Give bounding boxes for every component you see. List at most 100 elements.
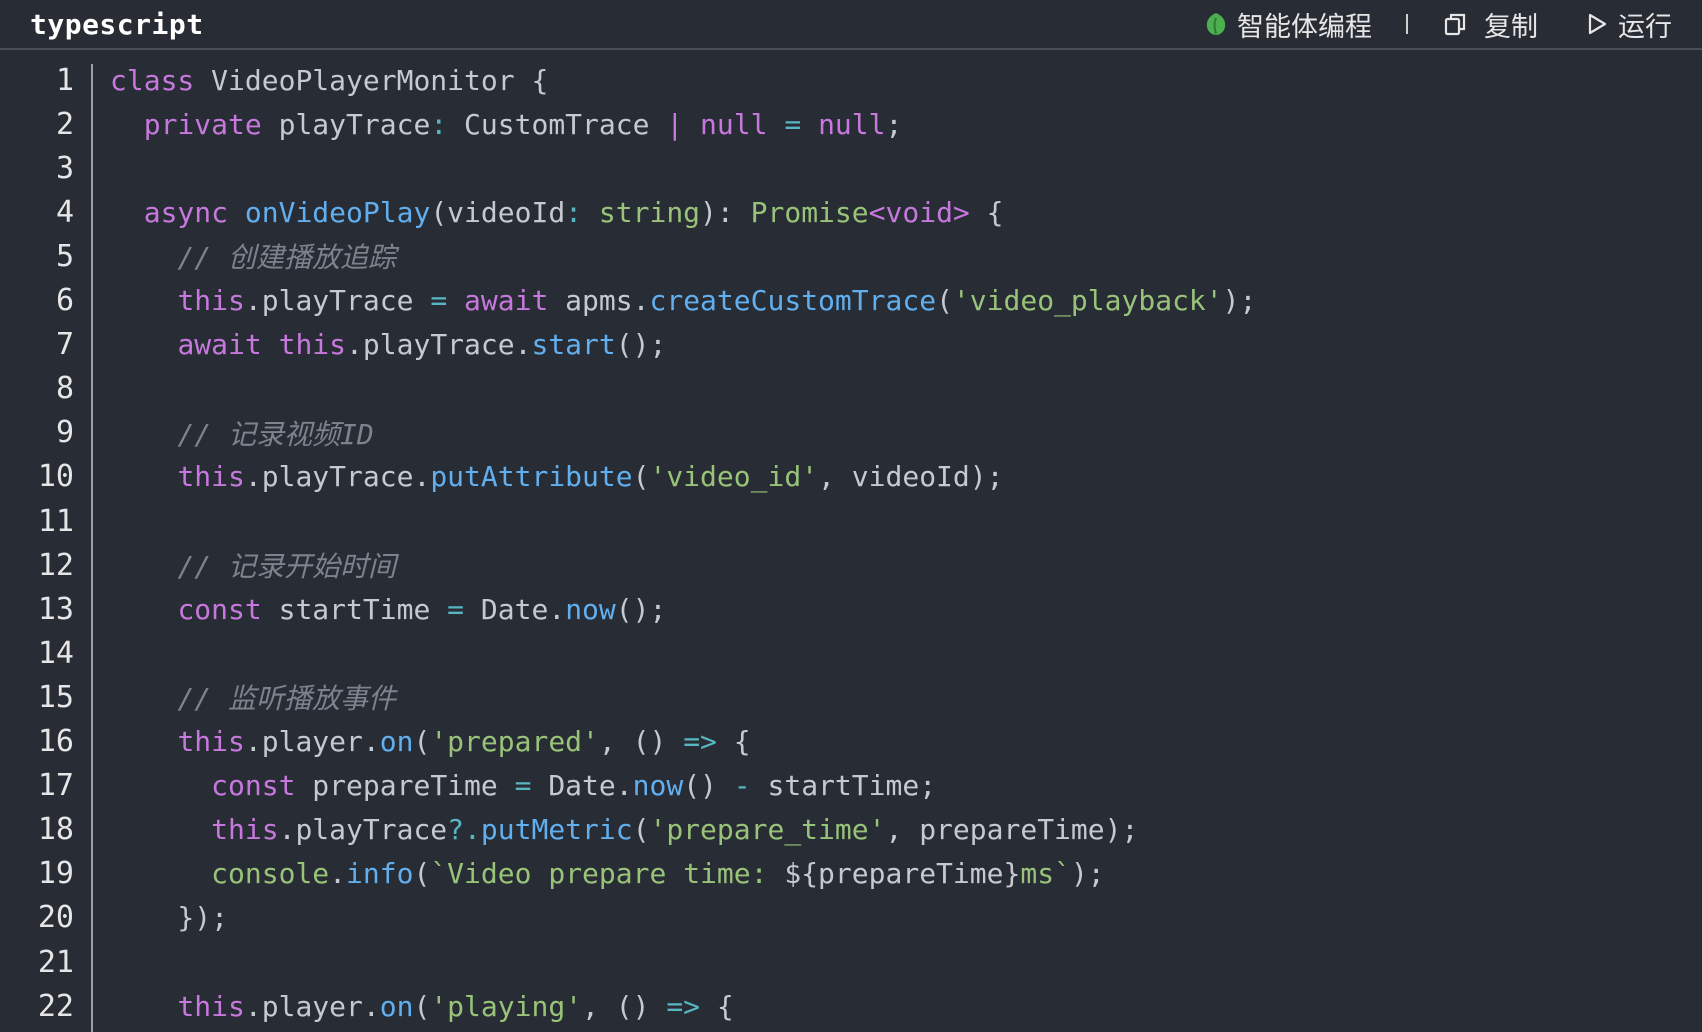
copy-icon: [1444, 12, 1466, 36]
code-token: , (): [582, 989, 667, 1023]
code-line: 15 // 监听播放事件: [0, 675, 1702, 719]
code-token: });: [110, 901, 229, 935]
code-token: 'prepare_time': [649, 813, 886, 847]
code-token: |: [666, 107, 684, 141]
code-token: onVideoPlay: [244, 195, 431, 229]
run-button[interactable]: 运行: [1586, 5, 1672, 44]
code-token: on: [379, 725, 414, 758]
line-number: 22: [37, 988, 74, 1024]
code-token: (: [936, 284, 953, 317]
code-token: (: [632, 460, 650, 494]
line-source: this.playTrace = await apms.createCustom…: [110, 284, 1256, 317]
code-token: ):: [700, 195, 751, 229]
code-token: const: [211, 769, 296, 803]
line-source: this.playTrace.putAttribute('video_id', …: [110, 460, 1003, 493]
code-token: this: [211, 813, 279, 847]
agent-coding-label: 智能体编程: [1237, 11, 1372, 43]
code-token: // 创建播放追踪: [177, 241, 397, 275]
code-token: );: [1222, 284, 1257, 317]
code-token: this: [177, 460, 245, 494]
code-token: now: [565, 592, 616, 626]
code-token: Promise: [750, 195, 869, 229]
code-line: 16 this.player.on('prepared', () => {: [0, 720, 1702, 764]
code-token: 'video_id': [649, 460, 819, 494]
code-line: 10 this.playTrace.putAttribute('video_id…: [0, 455, 1702, 499]
code-token: now: [632, 769, 684, 803]
code-token: );: [1070, 857, 1105, 891]
line-number: 9: [55, 415, 74, 451]
code-token: =: [430, 284, 448, 317]
code-token: VideoPlayerMonitor {: [194, 63, 549, 97]
code-token: `Video prepare time:: [430, 857, 785, 891]
code-block-window: typescript 智能体编程 复制 运行 1 class VideoPlay…: [0, 0, 1702, 1032]
code-token: .player.: [244, 725, 380, 758]
code-line: 20 });: [0, 896, 1702, 940]
code-token: // 记录视频ID: [177, 417, 374, 451]
code-line: 9 // 记录视频ID: [0, 411, 1702, 455]
code-token: this: [278, 328, 347, 362]
code-token: Date.: [464, 592, 566, 626]
code-line: 6 this.playTrace = await apms.createCust…: [0, 279, 1702, 323]
code-line: 7 await this.playTrace.start();: [0, 323, 1702, 367]
code-token: class: [110, 63, 195, 97]
leaf-icon: [1205, 12, 1227, 36]
code-line: 8: [0, 367, 1702, 411]
code-token: CustomTrace: [447, 107, 667, 141]
code-line: 4 async onVideoPlay(videoId: string): Pr…: [0, 190, 1702, 234]
code-token: on: [379, 989, 414, 1023]
line-number: 13: [37, 591, 74, 627]
code-token: =>: [666, 989, 701, 1023]
code-token: ();: [615, 328, 667, 362]
code-token: (): [683, 769, 734, 803]
code-area[interactable]: 1 class VideoPlayerMonitor {2 private pla…: [0, 50, 1702, 1032]
copy-button[interactable]: 复制: [1444, 5, 1538, 44]
code-token: .playTrace.: [346, 328, 532, 362]
code-line: 21: [0, 940, 1702, 984]
code-token: .: [329, 857, 347, 891]
code-token: (: [413, 725, 431, 758]
code-token: this: [177, 989, 245, 1023]
code-line: 18 this.playTrace?.putMetric('prepare_ti…: [0, 808, 1702, 852]
code-token: =: [447, 592, 465, 626]
line-number: 16: [37, 724, 74, 759]
line-number: 18: [37, 812, 74, 848]
code-token: {: [700, 989, 734, 1023]
code-line: 19 console.info(`Video prepare time: ${p…: [0, 852, 1702, 896]
code-token: (videoId: [430, 195, 566, 229]
line-number: 15: [37, 679, 74, 715]
code-token: :: [430, 107, 448, 141]
line-number: 5: [55, 238, 74, 274]
code-line: 13 const startTime = Date.now();: [0, 587, 1702, 631]
line-number: 3: [55, 150, 74, 186]
code-token: ${prepareTime}: [784, 857, 1021, 891]
line-source: // 监听播放事件: [110, 677, 396, 717]
code-token: =: [514, 769, 532, 803]
code-line: 2 private playTrace: CustomTrace | null …: [0, 102, 1702, 146]
code-token: , (): [598, 725, 684, 758]
code-token: .playTrace: [278, 813, 448, 847]
code-token: startTime: [261, 592, 448, 626]
code-token: playTrace: [261, 107, 431, 141]
code-token: await: [177, 328, 262, 362]
code-line: 11: [0, 499, 1702, 543]
code-token: info: [346, 857, 414, 891]
line-source: this.player.on('prepared', () => {: [110, 725, 750, 758]
code-token: .playTrace: [244, 284, 431, 317]
code-token: 'prepared': [430, 725, 599, 758]
agent-coding-button[interactable]: 智能体编程: [1205, 5, 1372, 44]
line-number: 2: [55, 106, 74, 142]
code-token: 'playing': [430, 989, 583, 1023]
line-number: 4: [55, 194, 74, 230]
